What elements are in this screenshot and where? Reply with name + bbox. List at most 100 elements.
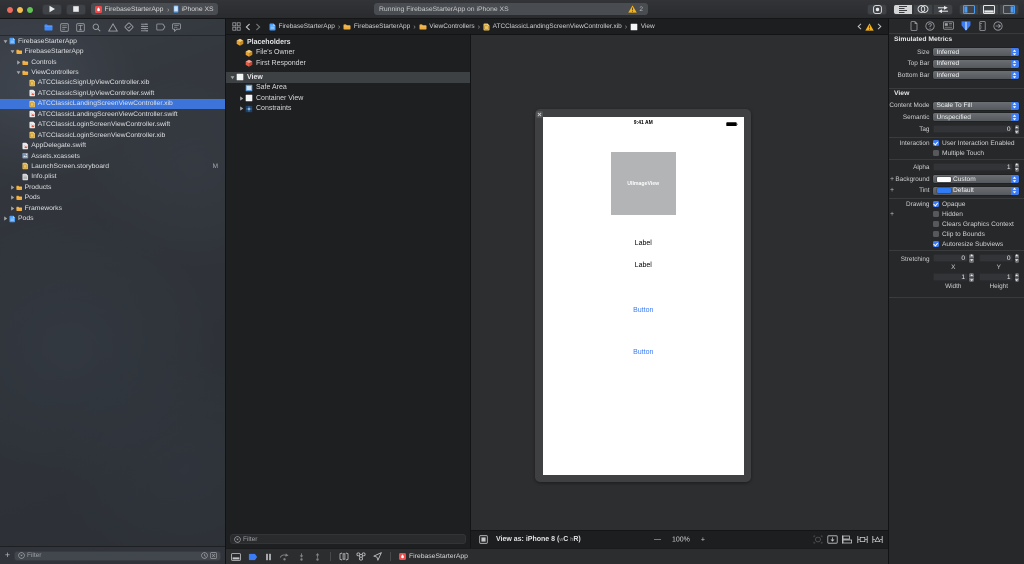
outline-row-constraints[interactable]: Constraints — [226, 104, 470, 115]
field-height[interactable]: 1 — [978, 273, 1013, 282]
uiimageview-placeholder[interactable]: UIImageView — [611, 152, 676, 215]
popup-content-mode[interactable]: Scale To Fill — [933, 101, 1019, 110]
inspector-tab-file[interactable] — [910, 20, 918, 31]
outline-row-file-s-owner[interactable]: File's Owner — [226, 48, 470, 59]
file-row-firebasestarterapp[interactable]: FirebaseStarterApp — [0, 46, 225, 56]
breadcrumb-item-firebasestarterapp[interactable]: FirebaseStarterApp — [343, 23, 410, 30]
inspector-tab-quick-help[interactable] — [925, 21, 935, 31]
file-row-appdelegate-swift[interactable]: AppDelegate.swift — [0, 140, 225, 150]
issue-warning-icon[interactable] — [865, 22, 874, 31]
running-process[interactable]: FirebaseStarterApp — [399, 553, 468, 560]
popup-size[interactable]: Inferred — [933, 48, 1019, 57]
navigator-tab-debug[interactable] — [140, 22, 149, 32]
add-file-icon[interactable]: + — [4, 551, 11, 560]
disclosure-open-icon[interactable] — [10, 49, 15, 54]
pause-icon[interactable] — [265, 553, 272, 561]
stop-button[interactable] — [66, 3, 86, 15]
minimize-window-button[interactable] — [17, 7, 24, 14]
popup-background[interactable]: Custom — [933, 175, 1019, 184]
add-attribute-icon[interactable]: + — [890, 211, 894, 218]
toggle-inspectors-button[interactable] — [999, 3, 1019, 15]
toggle-debug-area-icon[interactable] — [231, 552, 241, 561]
related-items-icon[interactable] — [232, 22, 241, 31]
toggle-debug-area-button[interactable] — [979, 3, 999, 15]
file-row-frameworks[interactable]: Frameworks — [0, 203, 225, 213]
navigator-tab-issue[interactable] — [107, 22, 118, 32]
disclosure-closed-icon[interactable] — [239, 106, 244, 111]
device-screen[interactable]: 9:41 AM UIImageView Label Label Button B… — [543, 117, 744, 475]
label-1[interactable]: Label — [543, 240, 744, 247]
view-as-label[interactable]: View as: iPhone 8 (wC hR) — [496, 536, 581, 543]
outline-filter-input[interactable]: Filter — [230, 534, 466, 544]
outline-row-view[interactable]: View — [226, 72, 470, 83]
label-2[interactable]: Label — [543, 262, 744, 269]
navigator-tab-project[interactable] — [44, 23, 53, 32]
navigator-tab-report[interactable] — [172, 22, 181, 32]
checkbox-clears-graphics-context[interactable]: Clears Graphics Context — [933, 221, 1014, 228]
disclosure-open-icon[interactable] — [230, 75, 235, 80]
stepper[interactable] — [969, 253, 974, 263]
update-frames-icon[interactable] — [813, 535, 823, 544]
disclosure-open-icon[interactable] — [16, 70, 21, 75]
forward-chevron-icon[interactable] — [255, 23, 261, 31]
file-row-controls[interactable]: Controls — [0, 57, 225, 67]
disclosure-closed-icon[interactable] — [10, 195, 15, 200]
breadcrumb-item-atcclassiclandingscreenviewcontroller-xib[interactable]: ATCClassicLandingScreenViewController.xi… — [483, 23, 622, 31]
view-controller-scene[interactable]: 9:41 AM UIImageView Label Label Button B… — [535, 109, 751, 482]
zoom-in-button[interactable]: + — [701, 536, 705, 543]
back-chevron-icon[interactable] — [245, 23, 251, 31]
scheme-selector[interactable]: FirebaseStarterApp › iPhone XS — [91, 3, 218, 15]
file-row-atcclassiclandingscreenviewcontroller-swift[interactable]: ATCClassicLandingScreenViewController.sw… — [0, 109, 225, 119]
source-control-filter-icon[interactable] — [210, 552, 217, 559]
field-width[interactable]: 1 — [933, 273, 968, 282]
file-row-atcclassicloginscreenviewcontroller-swift[interactable]: ATCClassicLoginScreenViewController.swif… — [0, 120, 225, 130]
file-row-pods[interactable]: Pods — [0, 213, 225, 223]
navigator-tab-test[interactable] — [124, 22, 133, 32]
navigator-filter-input[interactable]: Filter — [14, 550, 221, 561]
popup-bottom-bar[interactable]: Inferred — [933, 71, 1019, 80]
file-row-atcclassiclandingscreenviewcontroller-xib[interactable]: ATCClassicLandingScreenViewController.xi… — [0, 98, 225, 110]
navigator-tab-breakpoint[interactable] — [155, 23, 165, 32]
assistant-editor-button[interactable] — [913, 3, 933, 15]
embed-in-stack-icon[interactable] — [827, 535, 838, 544]
inspector-tab-identity[interactable] — [942, 21, 954, 30]
disclosure-open-icon[interactable] — [3, 39, 8, 44]
file-row-viewcontrollers[interactable]: ViewControllers — [0, 67, 225, 77]
file-row-atcclassicsignupviewcontroller-xib[interactable]: ATCClassicSignUpViewController.xib — [0, 78, 225, 88]
file-row-products[interactable]: Products — [0, 182, 225, 192]
breadcrumb-item-firebasestarterapp[interactable]: FirebaseStarterApp — [269, 23, 335, 31]
stepper[interactable] — [1014, 272, 1019, 282]
file-row-atcclassicsignupviewcontroller-swift[interactable]: ATCClassicSignUpViewController.swift — [0, 88, 225, 98]
view-hierarchy-icon[interactable] — [339, 552, 349, 561]
inspector-tab-attributes[interactable] — [961, 21, 971, 31]
resolve-autolayout-icon[interactable] — [872, 535, 883, 544]
version-editor-button[interactable] — [933, 3, 953, 15]
zoom-out-button[interactable]: — — [654, 536, 661, 543]
file-row-assets-xcassets[interactable]: Assets.xcassets — [0, 151, 225, 161]
standard-editor-button[interactable] — [893, 3, 913, 15]
warning-icon[interactable] — [628, 5, 638, 13]
field-alpha[interactable]: 1 — [933, 163, 1013, 172]
navigator-tab-find[interactable] — [92, 23, 101, 32]
disclosure-closed-icon[interactable] — [16, 59, 21, 65]
previous-issue-icon[interactable] — [857, 23, 862, 30]
outline-row-container-view[interactable]: Container View — [226, 93, 470, 104]
stepper[interactable] — [1014, 253, 1019, 263]
inspector-tab-connections[interactable] — [993, 21, 1003, 31]
file-row-launchscreen-storyboard[interactable]: LaunchScreen.storyboard M — [0, 161, 225, 171]
close-window-button[interactable] — [7, 7, 14, 14]
checkbox-autoresize-subviews[interactable]: Autoresize Subviews — [933, 241, 1003, 248]
stepper[interactable] — [969, 272, 974, 282]
close-scene-icon[interactable] — [536, 110, 543, 118]
step-out-icon[interactable] — [313, 552, 322, 561]
button-2[interactable]: Button — [543, 349, 744, 356]
breakpoints-icon[interactable] — [248, 553, 258, 561]
inspector-tab-size[interactable] — [979, 20, 986, 31]
disclosure-closed-icon[interactable] — [10, 206, 15, 211]
outline-row-safe-area[interactable]: Safe Area — [226, 83, 470, 94]
align-icon[interactable] — [842, 535, 853, 544]
zoom-window-button[interactable] — [27, 7, 34, 14]
checkbox-opaque[interactable]: Opaque — [933, 201, 965, 208]
breadcrumb-item-viewcontrollers[interactable]: ViewControllers — [419, 23, 475, 30]
outline-row-first-responder[interactable]: First Responder — [226, 58, 470, 69]
